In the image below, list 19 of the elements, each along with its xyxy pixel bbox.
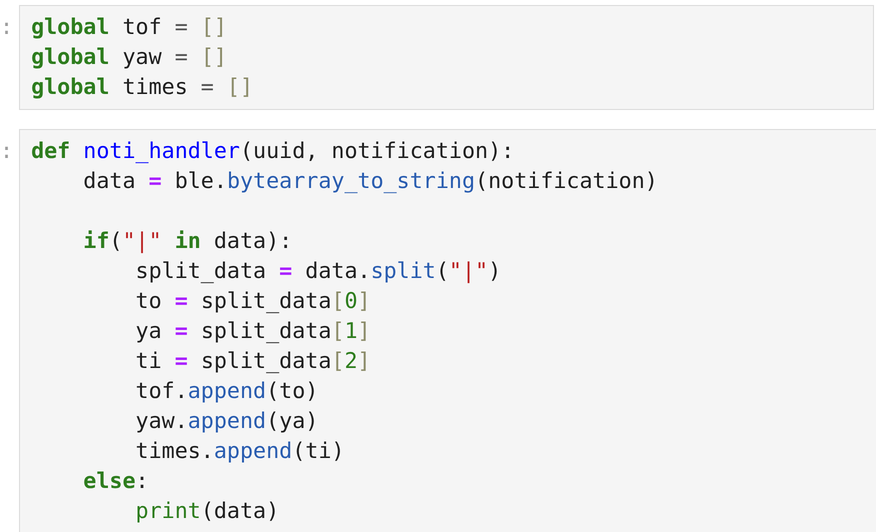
code-line: if("|" in data): <box>82 228 292 256</box>
code-cell[interactable] <box>19 129 876 532</box>
code-line: data = ble.bytearray_to_string(notification) <box>82 168 658 196</box>
code-line: to = split_data[0] <box>134 288 371 316</box>
cell-prompt: : <box>0 138 14 166</box>
code-line: ya = split_data[1] <box>134 318 371 346</box>
code-line: split_data = data.split("|") <box>134 258 502 286</box>
code-line: times.append(ti) <box>134 438 344 466</box>
code-cell[interactable]: global tof = [] global yaw = [] global times = [] <box>19 5 874 110</box>
code-line: global times = [] <box>31 74 254 102</box>
code-line: tof.append(to) <box>134 378 318 406</box>
code-line: else: <box>82 468 149 496</box>
code-line: ti = split_data[2] <box>134 348 371 376</box>
code-line: global tof = [] <box>31 14 227 42</box>
code-line: yaw.append(ya) <box>134 408 318 436</box>
cell-prompt: : <box>0 14 14 42</box>
code-line: print(data) <box>134 498 280 526</box>
code-line: def noti_handler(uuid, notification): <box>31 138 514 166</box>
code-line: global yaw = [] <box>31 44 227 72</box>
